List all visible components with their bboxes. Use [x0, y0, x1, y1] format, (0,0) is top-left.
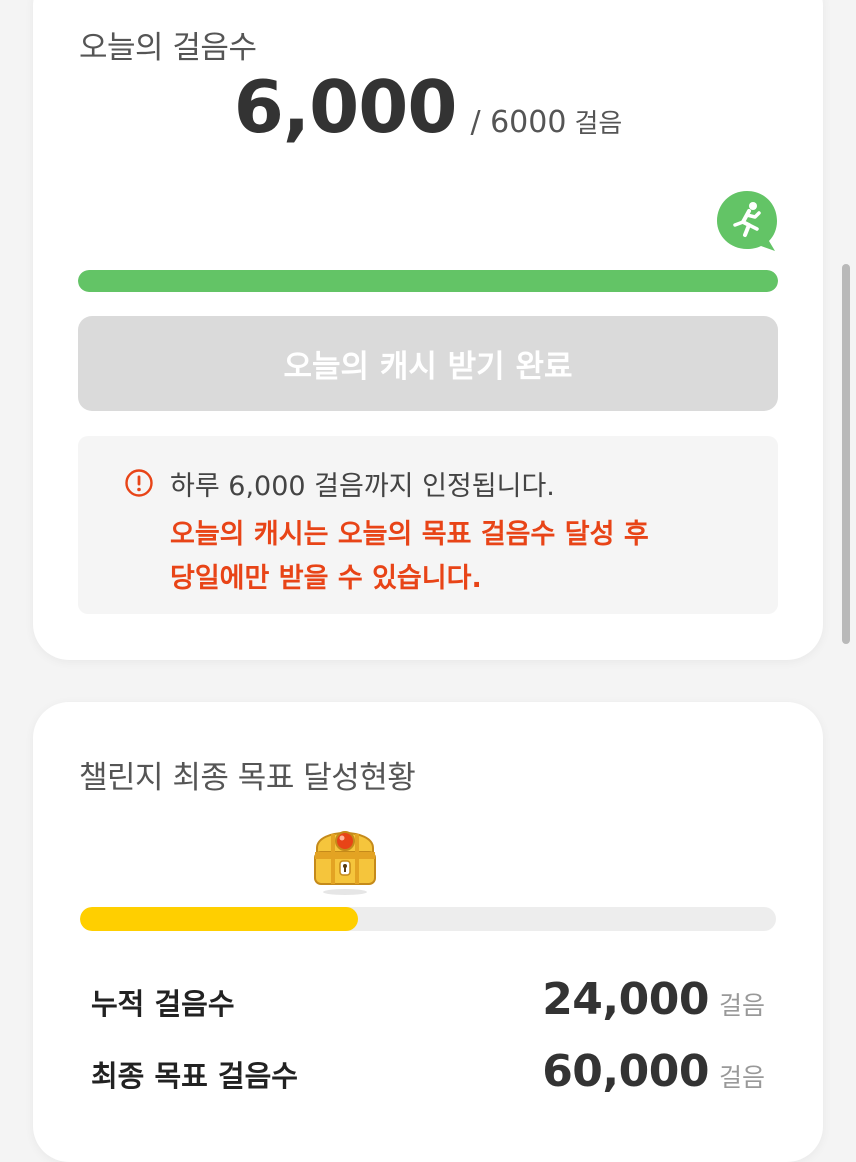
exclamation-circle-icon	[124, 468, 154, 498]
accumulated-steps-value: 24,000	[542, 974, 709, 1025]
notice-text: 하루 6,000 걸음까지 인정됩니다.	[170, 471, 555, 502]
page-scrollbar[interactable]	[842, 264, 850, 644]
today-progress-fill	[78, 270, 778, 292]
notice-box: 하루 6,000 걸음까지 인정됩니다. 오늘의 캐시는 오늘의 목표 걸음수 …	[78, 436, 778, 614]
final-goal-steps-value: 60,000	[542, 1046, 709, 1097]
today-progress-bar	[78, 270, 778, 292]
challenge-title: 챌린지 최종 목표 달성현황	[79, 760, 416, 796]
goal-steps: / 6000	[470, 105, 567, 140]
running-person-icon	[715, 189, 779, 253]
step-count-row: 6,000 / 6000 걸음	[33, 65, 823, 149]
treasure-chest-icon	[303, 814, 387, 898]
notice-warning-line-1: 오늘의 캐시는 오늘의 목표 걸음수 달성 후	[170, 519, 649, 550]
challenge-progress-fill	[80, 907, 359, 931]
accumulated-steps-label: 누적 걸음수	[91, 987, 235, 1021]
final-goal-steps-row: 최종 목표 걸음수 60,000 걸음	[91, 1046, 765, 1097]
cash-received-button[interactable]: 오늘의 캐시 받기 완료	[78, 316, 778, 411]
final-goal-steps-unit: 걸음	[718, 1063, 765, 1092]
challenge-progress-bar	[80, 907, 776, 931]
today-steps-card: 오늘의 걸음수 6,000 / 6000 걸음 오늘의 캐시 받기 완료 하루 …	[33, 0, 823, 660]
accumulated-steps-row: 누적 걸음수 24,000 걸음	[91, 974, 765, 1025]
steps-unit: 걸음	[574, 109, 623, 139]
current-steps: 6,000	[233, 65, 458, 149]
challenge-progress-card: 챌린지 최종 목표 달성현황 누적 걸음수 24,000 걸음 최종 목표 걸음…	[33, 702, 823, 1162]
today-steps-title: 오늘의 걸음수	[79, 30, 257, 66]
accumulated-steps-unit: 걸음	[718, 991, 765, 1020]
final-goal-steps-label: 최종 목표 걸음수	[91, 1059, 298, 1093]
notice-warning-line-2: 당일에만 받을 수 있습니다.	[170, 563, 482, 594]
